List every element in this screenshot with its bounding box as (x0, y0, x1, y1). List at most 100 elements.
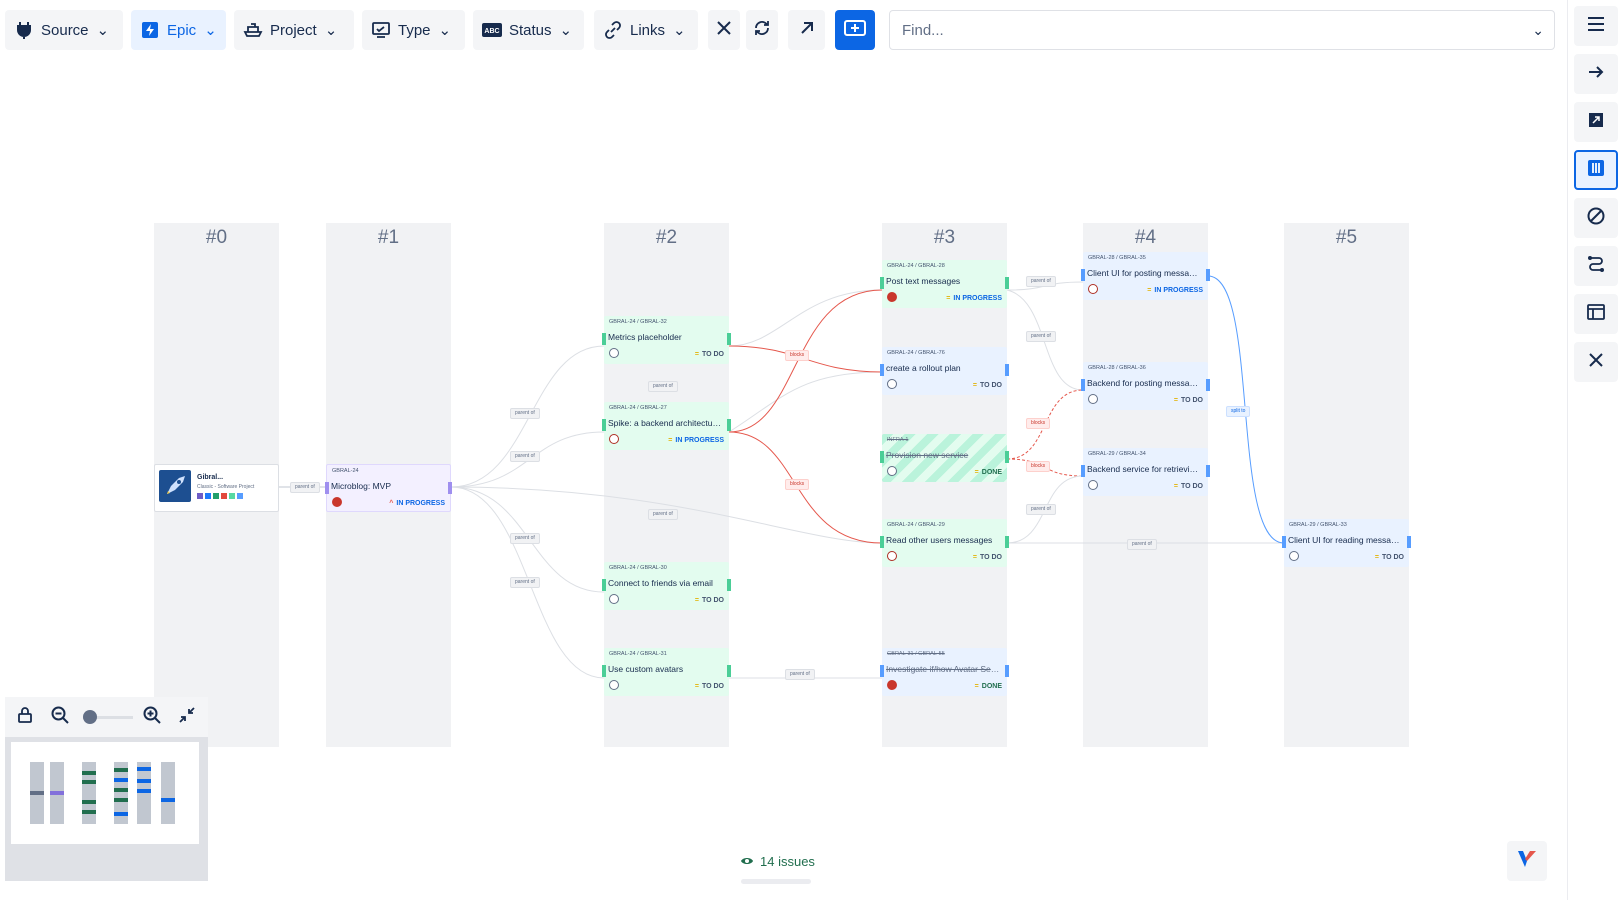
issue-count[interactable]: 14 issues (740, 854, 815, 869)
link-port[interactable] (602, 419, 606, 431)
link-port[interactable] (325, 482, 329, 494)
lock-button[interactable] (15, 706, 35, 728)
issue-summary: Client UI for reading messages (1288, 535, 1403, 545)
link-label[interactable]: parent of (1026, 331, 1056, 342)
link-port[interactable] (727, 665, 731, 677)
expand-diagonal-icon (1588, 112, 1604, 133)
issue-card[interactable]: GBRAL-24 / GBRAL-31 Use custom avatars =… (602, 648, 731, 696)
link-label[interactable]: parent of (510, 451, 540, 462)
close-panel-button[interactable] (1574, 342, 1618, 382)
avatar (887, 292, 897, 302)
rocket-icon (159, 470, 191, 502)
link-label[interactable]: parent of (290, 482, 320, 493)
app-logo-button[interactable] (1507, 841, 1547, 881)
link-port[interactable] (1081, 269, 1085, 281)
menu-button[interactable] (1574, 6, 1618, 46)
lock-icon (18, 706, 32, 728)
next-button[interactable] (1574, 54, 1618, 94)
link-graph (278, 275, 1285, 679)
link-port[interactable] (880, 364, 884, 376)
issue-card[interactable]: GBRAL-28 / GBRAL-35 Client UI for postin… (1081, 252, 1210, 300)
columns-view-button[interactable] (1574, 150, 1618, 190)
layout-icon (1587, 303, 1605, 325)
link-label[interactable]: blocks (1026, 461, 1051, 472)
link-port[interactable] (880, 451, 884, 463)
routing-button[interactable] (1574, 246, 1618, 286)
link-label[interactable]: parent of (648, 381, 678, 392)
zoom-panel (5, 697, 208, 881)
link-port[interactable] (1005, 364, 1009, 376)
issue-card[interactable]: GBRAL-24 / GBRAL-27 Spike: a backend arc… (602, 402, 731, 450)
link-label[interactable]: split to (1226, 406, 1251, 417)
link-port[interactable] (1081, 465, 1085, 477)
status-badge: = DONE (974, 683, 1002, 690)
issue-keys: GBRAL-24 / GBRAL-32 (609, 319, 667, 325)
link-port[interactable] (880, 536, 884, 548)
avatar (1088, 394, 1098, 404)
issue-card[interactable]: GBRAL-28 / GBRAL-36 Backend for posting … (1081, 362, 1210, 410)
link-label[interactable]: parent of (510, 408, 540, 419)
link-port[interactable] (1005, 665, 1009, 677)
issue-card[interactable]: GBRAL-24 / GBRAL-28 Post text messages =… (880, 260, 1009, 308)
link-port[interactable] (602, 333, 606, 345)
link-port[interactable] (727, 333, 731, 345)
project-name: Gibral... (197, 474, 224, 481)
link-label[interactable]: parent of (648, 509, 678, 520)
layout-button[interactable] (1574, 294, 1618, 334)
issue-card[interactable]: GBRAL-29 / GBRAL-33 Client UI for readin… (1282, 519, 1411, 567)
issue-card[interactable]: GBRAL-31 / GBRAL-55 Investigate if/how A… (880, 648, 1009, 696)
status-badge: = TO DO (694, 597, 724, 604)
expand-button[interactable] (1574, 102, 1618, 142)
zoom-in-button[interactable] (142, 706, 162, 727)
link-port[interactable] (1206, 379, 1210, 391)
link-port[interactable] (448, 482, 452, 494)
link-port[interactable] (602, 579, 606, 591)
link-port[interactable] (1005, 451, 1009, 463)
link-label[interactable]: parent of (510, 577, 540, 588)
link-label[interactable]: parent of (785, 669, 815, 680)
avatar (609, 348, 619, 358)
minimap[interactable] (11, 742, 199, 844)
link-label[interactable]: parent of (1127, 539, 1157, 550)
hamburger-icon (1587, 16, 1605, 37)
link-port[interactable] (880, 665, 884, 677)
issue-summary: Metrics placeholder (608, 332, 682, 342)
issue-card[interactable]: GBRAL-24 / GBRAL-30 Connect to friends v… (602, 562, 731, 610)
project-card[interactable]: Gibral... Classic - Software Project (154, 464, 279, 512)
link-port[interactable] (1206, 465, 1210, 477)
issue-card[interactable]: GBRAL-24 / GBRAL-32 Metrics placeholder … (602, 316, 731, 364)
issue-summary: create a rollout plan (886, 363, 961, 373)
zoom-out-button[interactable] (50, 706, 70, 727)
link-port[interactable] (1005, 536, 1009, 548)
status-badge: = IN PROGRESS (1147, 287, 1203, 294)
link-port[interactable] (1005, 277, 1009, 289)
link-port[interactable] (1282, 536, 1286, 548)
link-label[interactable]: parent of (1026, 504, 1056, 515)
zoom-slider-handle[interactable] (83, 710, 97, 724)
right-sidebar (1567, 0, 1622, 900)
link-port[interactable] (727, 579, 731, 591)
zoom-controls (5, 697, 208, 737)
issue-card[interactable]: GBRAL-29 / GBRAL-34 Backend service for … (1081, 448, 1210, 496)
link-label[interactable]: blocks (785, 350, 810, 361)
link-port[interactable] (602, 665, 606, 677)
scroll-indicator[interactable] (741, 879, 811, 884)
link-port[interactable] (1407, 536, 1411, 548)
link-port[interactable] (1081, 379, 1085, 391)
collapse-button[interactable] (177, 706, 197, 727)
link-port[interactable] (880, 277, 884, 289)
avatar (609, 434, 619, 444)
issue-summary: Use custom avatars (608, 664, 684, 674)
link-port[interactable] (727, 419, 731, 431)
link-label[interactable]: blocks (785, 479, 810, 490)
issue-card[interactable]: GBRAL-24 Microblog: MVP ^ IN PROGRESS (325, 464, 452, 512)
issue-card[interactable]: GBRAL-24 / GBRAL-29 Read other users mes… (880, 519, 1009, 567)
issue-card[interactable]: GBRAL-24 / GBRAL-76 create a rollout pla… (880, 347, 1009, 395)
prohibit-icon (1587, 207, 1605, 230)
block-button[interactable] (1574, 198, 1618, 238)
issue-card[interactable]: INFRA-1 Provision new service = DONE (880, 434, 1009, 482)
link-label[interactable]: parent of (1026, 276, 1056, 287)
link-label[interactable]: blocks (1026, 418, 1051, 429)
link-label[interactable]: parent of (510, 533, 540, 544)
link-port[interactable] (1206, 269, 1210, 281)
